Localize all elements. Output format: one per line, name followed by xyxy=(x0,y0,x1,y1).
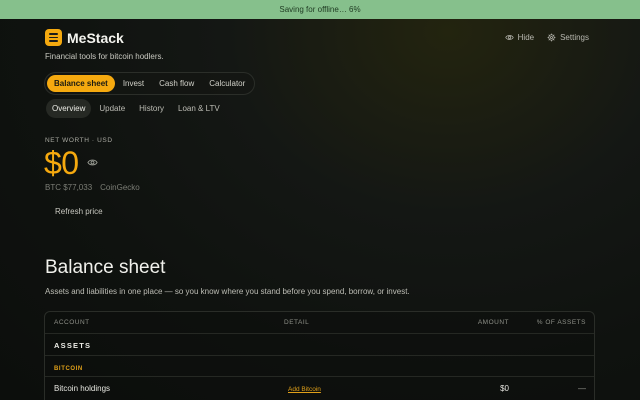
main-tabs: Balance sheet Invest Cash flow Calculato… xyxy=(44,72,256,95)
tab-invest[interactable]: Invest xyxy=(116,75,151,92)
tab-balance-sheet[interactable]: Balance sheet xyxy=(47,75,115,92)
tagline: Financial tools for bitcoin hodlers. xyxy=(45,52,164,61)
sub-tabs: Overview Update History Loan & LTV xyxy=(46,99,226,118)
balance-sheet-table: ACCOUNT DETAIL AMOUNT % OF ASSETS ASSETS… xyxy=(44,311,595,400)
brand-name: MeStack xyxy=(67,29,124,46)
tab-cash-flow[interactable]: Cash flow xyxy=(152,75,201,92)
subtab-loan-ltv[interactable]: Loan & LTV xyxy=(172,99,226,118)
section-assets-label: ASSETS xyxy=(54,341,92,350)
col-account: ACCOUNT xyxy=(54,319,90,326)
toggle-visibility-eye-icon[interactable] xyxy=(87,157,98,168)
pct-assets-value: — xyxy=(578,384,586,393)
gear-icon xyxy=(547,33,556,42)
table-row: Bitcoin holdings Add Bitcoin $0 — xyxy=(45,376,594,398)
account-name: Bitcoin holdings xyxy=(54,384,111,393)
hide-label: Hide xyxy=(517,33,535,42)
amount-value: $0 xyxy=(500,384,509,393)
eye-icon xyxy=(504,35,514,40)
settings-label: Settings xyxy=(560,33,589,42)
table-header: ACCOUNT DETAIL AMOUNT % OF ASSETS xyxy=(45,312,594,334)
section-assets: ASSETS xyxy=(45,334,594,356)
tab-calculator[interactable]: Calculator xyxy=(202,75,252,92)
subtab-overview[interactable]: Overview xyxy=(46,99,92,118)
group-bitcoin-label: BITCOIN xyxy=(54,366,83,372)
page-title: Balance sheet xyxy=(45,257,166,278)
subtab-update[interactable]: Update xyxy=(93,99,131,118)
col-amount: AMOUNT xyxy=(477,319,509,326)
price-source: CoinGecko xyxy=(100,183,140,192)
btc-price-line: BTC $77,033 CoinGecko xyxy=(45,183,140,192)
brand[interactable]: MeStack xyxy=(45,29,124,46)
page-description: Assets and liabilities in one place — so… xyxy=(45,287,410,296)
refresh-price-button[interactable]: Refresh price xyxy=(55,207,103,216)
hide-button[interactable]: Hide xyxy=(504,33,535,42)
btc-price: BTC $77,033 xyxy=(45,183,93,192)
subtab-history[interactable]: History xyxy=(133,99,170,118)
stack-logo-icon xyxy=(45,29,62,46)
net-worth-label: NET WORTH · USD xyxy=(45,137,113,144)
offline-progress-text: Saving for offline… 6% xyxy=(279,5,361,14)
net-worth-value: $0 xyxy=(44,145,79,181)
col-detail: DETAIL xyxy=(284,319,310,326)
settings-button[interactable]: Settings xyxy=(547,33,589,42)
header-actions: Hide Settings xyxy=(504,33,589,42)
offline-progress-banner: Saving for offline… 6% xyxy=(0,0,640,19)
col-pct-assets: % OF ASSETS xyxy=(536,319,586,326)
add-bitcoin-link[interactable]: Add Bitcoin xyxy=(288,386,321,393)
